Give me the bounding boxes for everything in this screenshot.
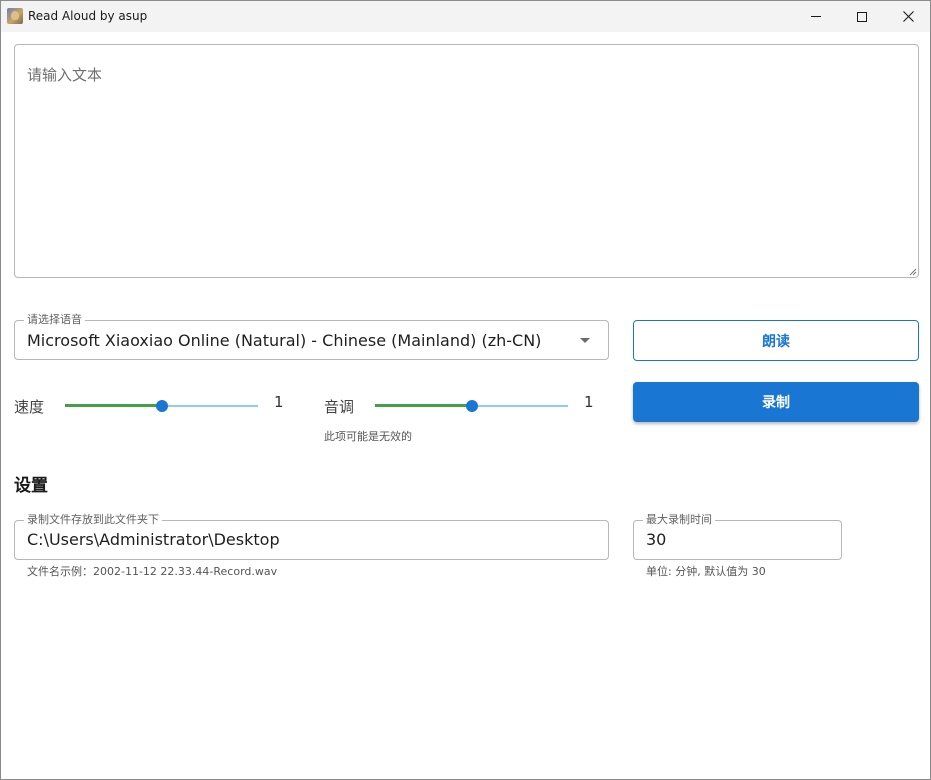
title-bar[interactable]: Read Aloud by asup <box>1 1 930 32</box>
close-icon <box>902 11 914 22</box>
close-button[interactable] <box>885 1 931 32</box>
speed-value: 1 <box>274 393 284 411</box>
speed-slider-thumb[interactable] <box>155 400 168 412</box>
app-portrait-icon <box>7 8 23 24</box>
pitch-slider-thumb[interactable] <box>465 400 478 412</box>
record-button[interactable]: 录制 <box>633 382 919 422</box>
text-input-placeholder: 请输入文本 <box>27 66 103 84</box>
max-record-time-label: 最大录制时间 <box>643 513 715 527</box>
minimize-icon <box>811 16 821 17</box>
pitch-value: 1 <box>584 393 594 411</box>
pitch-hint: 此项可能是无效的 <box>324 430 412 443</box>
window-title: Read Aloud by asup <box>28 9 148 23</box>
voice-select-value: Microsoft Xiaoxiao Online (Natural) - Ch… <box>27 331 542 350</box>
output-folder-field[interactable]: 录制文件存放到此文件夹下 C:\Users\Administrator\Desk… <box>14 513 609 560</box>
max-record-time-helper: 单位: 分钟, 默认值为 30 <box>646 565 766 578</box>
maximize-icon <box>857 11 867 22</box>
output-folder-label: 录制文件存放到此文件夹下 <box>24 513 162 527</box>
pitch-label: 音调 <box>324 398 355 416</box>
dropdown-arrow-icon[interactable] <box>580 338 590 343</box>
minimize-button[interactable] <box>793 1 839 32</box>
max-record-time-field[interactable]: 最大录制时间 30 <box>633 513 842 560</box>
maximize-button[interactable] <box>839 1 885 32</box>
pitch-slider[interactable] <box>375 399 568 413</box>
text-input-area[interactable]: 请输入文本 <box>14 44 919 278</box>
speed-label: 速度 <box>14 398 45 416</box>
settings-title: 设置 <box>14 476 48 496</box>
output-folder-helper: 文件名示例：2002-11-12 22.33.44-Record.wav <box>27 565 278 578</box>
read-aloud-button[interactable]: 朗读 <box>633 320 919 361</box>
app-window: Read Aloud by asup 请输入文本 请选择语音 Microsoft… <box>0 0 931 780</box>
voice-select[interactable]: 请选择语音 Microsoft Xiaoxiao Online (Natural… <box>14 313 609 360</box>
voice-select-label: 请选择语音 <box>24 313 85 327</box>
speed-slider[interactable] <box>65 399 258 413</box>
resize-grip-icon[interactable] <box>908 267 917 276</box>
max-record-time-value: 30 <box>646 530 667 549</box>
pitch-slider-track <box>375 404 472 407</box>
speed-slider-track <box>65 404 162 407</box>
output-folder-value: C:\Users\Administrator\Desktop <box>27 530 280 549</box>
